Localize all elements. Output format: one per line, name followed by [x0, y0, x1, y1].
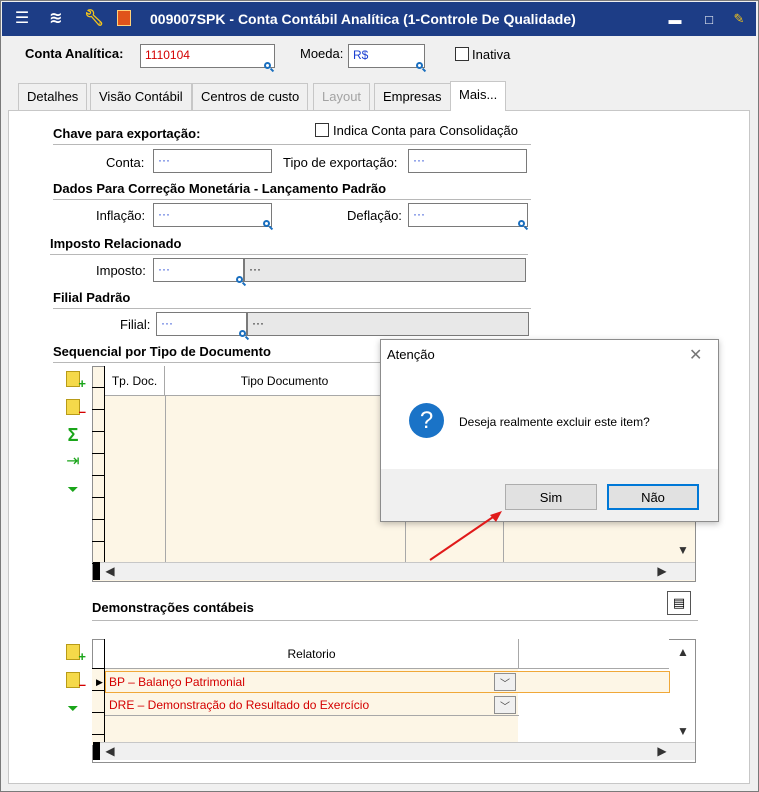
deflacao-input[interactable]: ···	[408, 203, 528, 227]
report-icon[interactable]: ▤	[667, 591, 691, 615]
filter-icon[interactable]: ⏷	[62, 478, 84, 500]
conta-analitica-input[interactable]: 1110104	[140, 44, 275, 68]
lookup-icon[interactable]	[416, 62, 423, 69]
window-title: 009007SPK - Conta Contábil Analítica (1-…	[150, 11, 576, 27]
correcao-heading: Dados Para Correção Monetária - Lançamen…	[53, 181, 387, 196]
pencil-icon[interactable]: ✎	[728, 9, 750, 29]
consolidacao-checkbox[interactable]	[315, 123, 329, 137]
relatorio-cell[interactable]: BP – Balanço Patrimonial	[109, 675, 245, 689]
col-tipo-documento[interactable]: Tipo Documento	[165, 366, 405, 396]
scroll-left-arrow[interactable]: ◀	[102, 742, 118, 760]
imposto-desc-field: ···	[244, 258, 526, 282]
conta-input[interactable]: ···	[153, 149, 272, 173]
lookup-icon[interactable]	[263, 220, 270, 227]
inflacao-label: Inflação:	[96, 208, 146, 223]
filial-heading: Filial Padrão	[53, 290, 131, 305]
no-button[interactable]: Não	[607, 484, 699, 510]
filial-label: Filial:	[120, 317, 151, 332]
horizontal-scrollbar[interactable]	[93, 742, 695, 760]
filter-icon[interactable]: ⏷	[62, 697, 84, 719]
inativa-checkbox[interactable]	[455, 47, 469, 61]
separator	[92, 620, 698, 621]
maximize-button[interactable]: □	[698, 9, 720, 29]
add-row-icon[interactable]: +	[62, 368, 86, 391]
remove-row-icon[interactable]: –	[62, 669, 86, 692]
inflacao-input[interactable]: ···	[153, 203, 272, 227]
scroll-left-arrow[interactable]: ◀	[102, 562, 118, 580]
imposto-heading: Imposto Relacionado	[50, 236, 182, 251]
separator	[53, 199, 531, 200]
remove-row-icon[interactable]: –	[62, 396, 86, 419]
conta-label: Conta:	[106, 155, 145, 170]
dialog-title: Atenção	[387, 347, 435, 362]
tab-visao-contabil[interactable]: Visão Contábil	[90, 83, 192, 110]
minimize-button[interactable]: ▬	[664, 9, 686, 29]
horizontal-scrollbar[interactable]	[93, 562, 695, 580]
close-icon[interactable]: ✕	[689, 345, 702, 365]
moeda-label: Moeda:	[300, 46, 344, 61]
tab-centros-de-custo[interactable]: Centros de custo	[192, 83, 309, 110]
separator	[53, 308, 531, 309]
separator	[53, 144, 531, 145]
col-relatorio[interactable]: Relatorio	[105, 639, 519, 669]
tipo-exportacao-input[interactable]: ···	[408, 149, 527, 173]
moeda-input[interactable]: R$	[348, 44, 425, 68]
imposto-code-input[interactable]: ···	[153, 258, 244, 282]
scroll-down-arrow[interactable]: ▼	[674, 722, 692, 740]
question-icon: ?	[409, 403, 444, 438]
tab-detalhes[interactable]: Detalhes	[18, 83, 88, 110]
col-tp-doc[interactable]: Tp. Doc.	[105, 366, 165, 396]
scroll-down-arrow[interactable]: ▼	[674, 541, 692, 559]
scroll-up-arrow[interactable]: ▲	[674, 643, 692, 661]
book-icon[interactable]	[114, 8, 134, 28]
export-heading: Chave para exportação:	[53, 126, 201, 141]
lookup-icon[interactable]	[239, 330, 246, 337]
filial-code-input[interactable]: ···	[156, 312, 247, 336]
chevron-down-icon[interactable]: ﹀	[494, 696, 516, 714]
conta-analitica-label: Conta Analítica:	[25, 46, 124, 61]
tipo-exportacao-label: Tipo de exportação:	[283, 155, 398, 170]
tab-mais[interactable]: Mais...	[450, 81, 507, 111]
inativa-label: Inativa	[472, 47, 511, 62]
yes-button[interactable]: Sim	[505, 484, 597, 510]
lookup-icon[interactable]	[236, 276, 243, 283]
lookup-icon[interactable]	[518, 220, 525, 227]
confirm-dialog: Atenção ✕ ? Deseja realmente excluir est…	[380, 339, 719, 522]
imposto-label: Imposto:	[96, 263, 146, 278]
dialog-message: Deseja realmente excluir este item?	[459, 415, 650, 429]
scroll-right-arrow[interactable]: ▶	[654, 562, 670, 580]
deflacao-label: Deflação:	[347, 208, 402, 223]
menu-icon[interactable]: ☰	[12, 8, 32, 28]
filial-desc-field: ···	[247, 312, 529, 336]
title-bar: ☰ ≋ 🔧︎ 009007SPK - Conta Contábil Analít…	[2, 2, 756, 36]
demonstracoes-heading: Demonstrações contábeis	[92, 600, 254, 615]
separator	[50, 254, 528, 255]
sequencial-heading: Sequencial por Tipo de Documento	[53, 344, 271, 359]
scroll-right-arrow[interactable]: ▶	[654, 742, 670, 760]
add-row-icon[interactable]: +	[62, 641, 86, 664]
sum-icon[interactable]: Σ	[62, 424, 84, 446]
export-icon[interactable]: ⇥	[62, 450, 84, 472]
wrench-icon[interactable]: 🔧︎	[84, 8, 104, 28]
lookup-icon[interactable]	[264, 62, 271, 69]
tab-empresas[interactable]: Empresas	[374, 83, 451, 110]
chevron-down-icon[interactable]: ﹀	[494, 673, 516, 691]
annotation-arrow	[429, 511, 502, 561]
relatorio-cell[interactable]: DRE – Demonstração do Resultado do Exerc…	[109, 698, 369, 712]
stack-icon[interactable]: ≋	[46, 8, 66, 28]
row-pointer-icon: ▶	[96, 677, 103, 687]
consolidacao-label: Indica Conta para Consolidação	[333, 123, 519, 138]
tab-layout: Layout	[313, 83, 371, 110]
